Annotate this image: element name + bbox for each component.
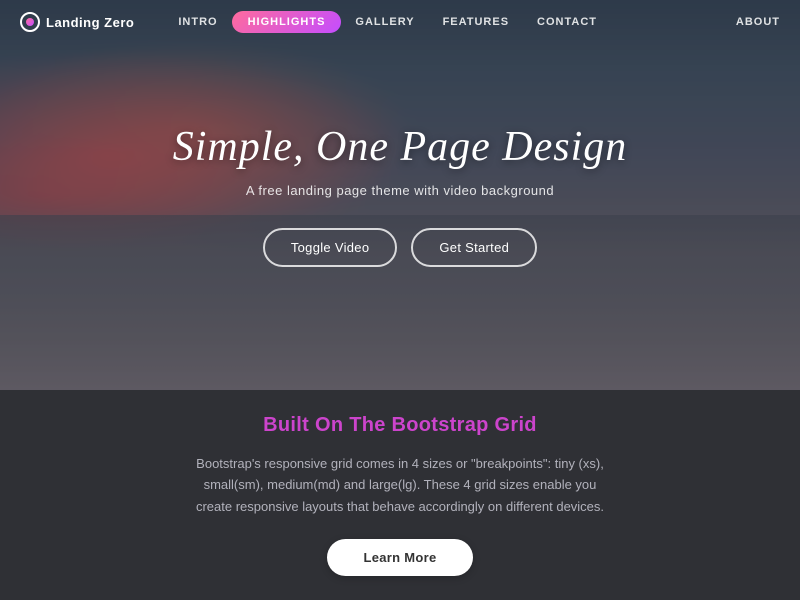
content-section: Built On The Bootstrap Grid Bootstrap's … xyxy=(0,390,800,600)
hero-content: Simple, One Page Design A free landing p… xyxy=(173,123,628,267)
section-body: Bootstrap's responsive grid comes in 4 s… xyxy=(190,453,610,517)
hero-buttons: Toggle Video Get Started xyxy=(173,228,628,267)
get-started-button[interactable]: Get Started xyxy=(411,228,537,267)
nav-links: INTRO HIGHLIGHTS GALLERY FEATURES CONTAC… xyxy=(164,11,736,33)
toggle-video-button[interactable]: Toggle Video xyxy=(263,228,398,267)
learn-more-button[interactable]: Learn More xyxy=(327,539,472,576)
brand-logo[interactable]: Landing Zero xyxy=(20,12,134,32)
brand-icon xyxy=(20,12,40,32)
hero-section: Simple, One Page Design A free landing p… xyxy=(0,0,800,390)
hero-title: Simple, One Page Design xyxy=(173,123,628,171)
brand-name: Landing Zero xyxy=(46,15,134,30)
brand-icon-inner xyxy=(26,18,34,26)
navigation: Landing Zero INTRO HIGHLIGHTS GALLERY FE… xyxy=(0,0,800,44)
section-title: Built On The Bootstrap Grid xyxy=(263,414,537,437)
nav-link-intro[interactable]: INTRO xyxy=(164,16,231,28)
nav-link-contact[interactable]: CONTACT xyxy=(523,16,611,28)
hero-subtitle: A free landing page theme with video bac… xyxy=(173,183,628,198)
nav-about[interactable]: ABOUT xyxy=(736,16,780,28)
nav-link-highlights[interactable]: HIGHLIGHTS xyxy=(232,11,342,33)
nav-link-gallery[interactable]: GALLERY xyxy=(341,16,428,28)
nav-link-features[interactable]: FEATURES xyxy=(429,16,523,28)
